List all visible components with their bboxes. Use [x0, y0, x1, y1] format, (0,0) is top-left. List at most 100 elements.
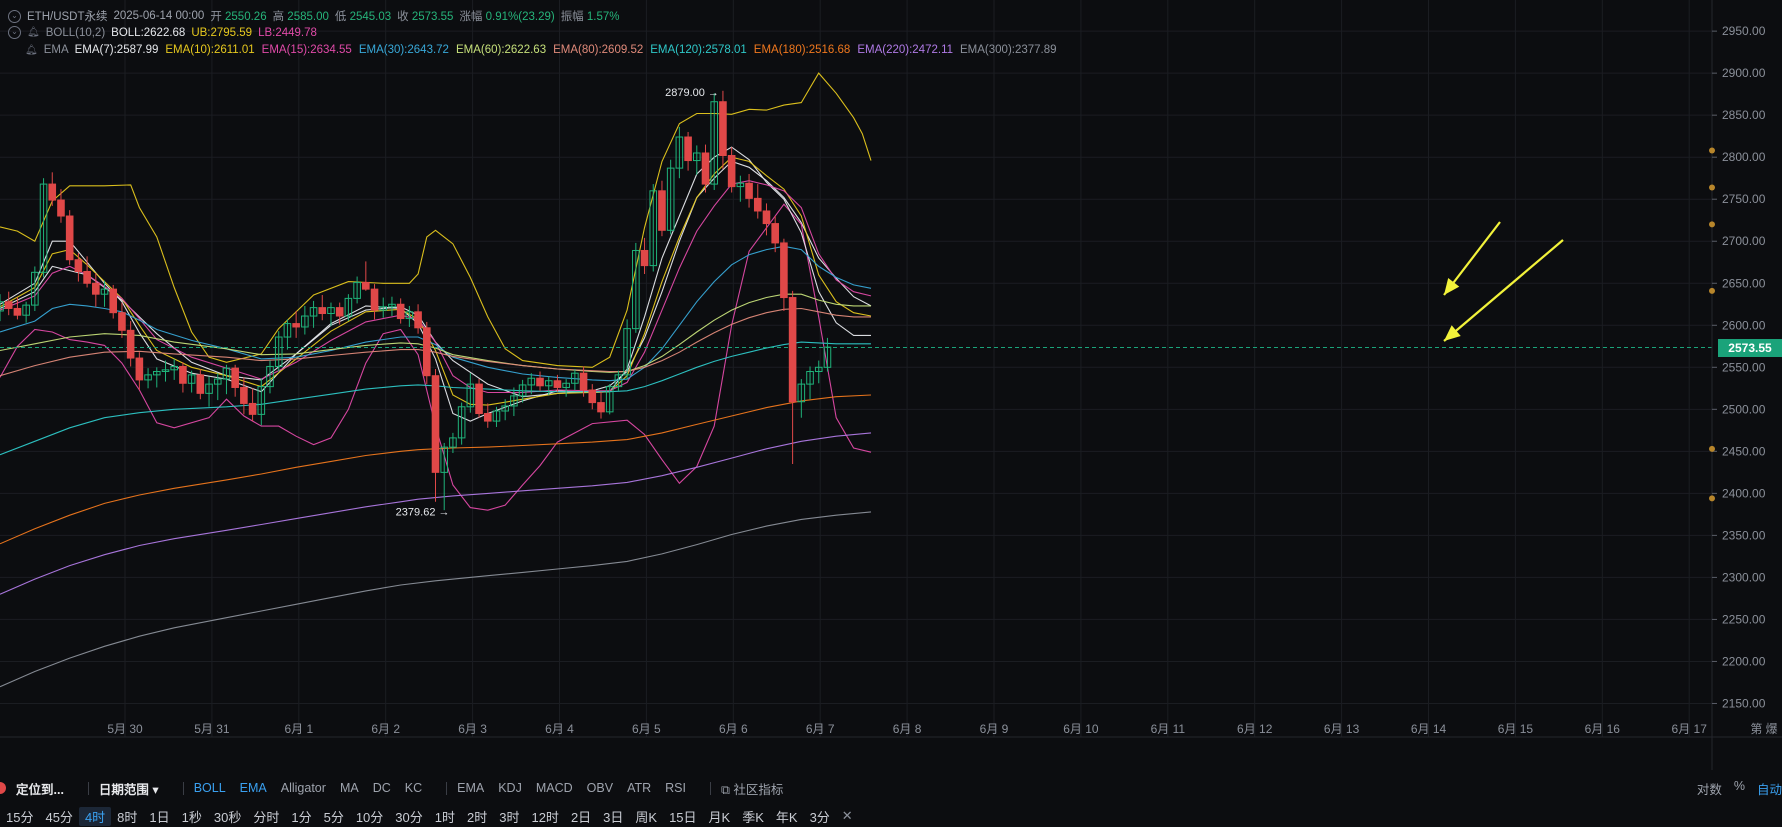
indicator-ema[interactable]: EMA [240, 781, 267, 795]
sub-indicator-obv[interactable]: OBV [587, 781, 613, 795]
time-tick-label: 6月 3 [458, 722, 487, 736]
candle [666, 159, 675, 235]
timeframe-3分[interactable]: 3分 [804, 807, 836, 826]
chart-area[interactable]: 2150.00 2200.00 2250.00 2300.00 2350.00 2400.… [0, 0, 1782, 770]
ohlc-row: ⌄ ETH/USDT永续 2025-06-14 00:00 开 2550.26 … [8, 8, 620, 24]
axis-mode-0[interactable]: 对数 [1697, 779, 1722, 798]
candle-body [414, 311, 422, 329]
timeframe-分时[interactable]: 分时 [247, 807, 285, 826]
timeframe-12时[interactable]: 12时 [525, 807, 564, 826]
time-tick-label: 6月 11 [1151, 722, 1186, 736]
candle-body [57, 199, 65, 217]
candle-body [597, 402, 605, 413]
bell-icon[interactable]: 🔔︎ [27, 27, 40, 38]
price-tick-label: 2500.00 [1722, 402, 1766, 416]
close-icon[interactable]: ✕ [836, 808, 859, 824]
candle-body [109, 288, 118, 314]
candle [806, 366, 814, 400]
amplitude-value: 1.57% [586, 11, 620, 23]
timeframe-3日[interactable]: 3日 [597, 807, 629, 826]
price-tick-label: 2700.00 [1722, 234, 1766, 248]
candle [814, 360, 823, 384]
axis-mode-1[interactable]: % [1734, 779, 1745, 798]
kline-chart[interactable]: 2150.00 2200.00 2250.00 2300.00 2350.00 2400.… [0, 0, 1782, 770]
candle [92, 273, 100, 307]
sub-indicator-ema[interactable]: EMA [457, 781, 484, 795]
indicator-dc[interactable]: DC [373, 781, 391, 795]
ema-legend-item: EMA(60):2622.63 [455, 44, 547, 56]
timeframe-5分[interactable]: 5分 [318, 807, 350, 826]
candle-body [248, 402, 257, 415]
date-range-button[interactable]: 日期范围 ▾ [99, 779, 159, 798]
timeframe-1秒[interactable]: 1秒 [176, 807, 208, 826]
time-tick-label: 6月 14 [1411, 722, 1447, 736]
timeframe-2时[interactable]: 2时 [461, 807, 493, 826]
candle [109, 284, 118, 319]
indicator-kc[interactable]: KC [405, 781, 422, 795]
candle [240, 377, 248, 415]
sub-indicator-atr[interactable]: ATR [627, 781, 651, 795]
collapse-icon[interactable]: ⌄ [8, 9, 21, 23]
candle-body [292, 323, 300, 328]
candle [196, 368, 205, 400]
timeframe-1日[interactable]: 1日 [143, 807, 175, 826]
event-dot [1709, 147, 1715, 154]
timeframe-1分[interactable]: 1分 [285, 807, 317, 826]
candle [475, 379, 483, 418]
axis-mode-2[interactable]: 自动 [1757, 779, 1782, 798]
timeframe-周K[interactable]: 周K [629, 807, 663, 826]
boll-name: BOLL(10,2) [45, 26, 106, 39]
candle [48, 172, 57, 206]
candle [126, 321, 135, 367]
candle [571, 368, 579, 390]
timeframe-45分[interactable]: 45分 [39, 807, 78, 826]
ema-legend-item: EMA(30):2643.72 [358, 44, 449, 56]
arrow-shaft [1443, 239, 1564, 342]
timeframe-30分[interactable]: 30分 [389, 807, 428, 826]
candle [179, 362, 187, 393]
locate-button[interactable]: 定位到... [16, 779, 64, 798]
candle-body [771, 223, 779, 244]
candle-body [475, 383, 483, 415]
candle-body [658, 190, 666, 231]
candle [780, 238, 788, 311]
indicator-alligator[interactable]: Alligator [281, 781, 326, 795]
sub-indicator-kdj[interactable]: KDJ [498, 781, 522, 795]
timeframe-15日[interactable]: 15日 [663, 807, 702, 826]
annotations: 2879.00 → 2379.62 → [396, 87, 1564, 518]
grid [0, 0, 1712, 737]
candle-body [83, 270, 91, 284]
candle [536, 371, 544, 391]
candle [649, 184, 658, 272]
candle [266, 360, 274, 394]
sub-indicator-rsi[interactable]: RSI [665, 781, 686, 795]
timeframe-1时[interactable]: 1时 [429, 807, 461, 826]
timeframe-toolbar: 15分 45分 4时 8时 1日 1秒 30秒 分时 1分 5分 10分 30分 1时 2时 3时 12时 2日… [0, 805, 1782, 827]
timeframe-15分[interactable]: 15分 [0, 807, 39, 826]
timeframe-8时[interactable]: 8时 [111, 807, 143, 826]
timeframe-10分[interactable]: 10分 [350, 807, 389, 826]
indicator-ma[interactable]: MA [340, 781, 359, 795]
bell-icon[interactable]: 🔔︎ [25, 45, 38, 56]
timeframe-4时[interactable]: 4时 [78, 806, 112, 826]
timeframe-季K[interactable]: 季K [736, 807, 770, 826]
candle-body [179, 365, 187, 384]
timeframe-30秒[interactable]: 30秒 [208, 807, 247, 826]
candle [658, 180, 666, 237]
boll-row: ⌄ 🔔︎ BOLL(10,2) BOLL:2622.68 UB:2795.59 … [8, 26, 317, 39]
community-indicators-button[interactable]: ⧉ 社区指标 [721, 779, 783, 798]
ema-legend-item: EMA(7):2587.99 [74, 44, 159, 56]
timeframe-年K[interactable]: 年K [770, 807, 804, 826]
arrow-annotation-2 [1443, 239, 1564, 342]
price-tick-label: 2400.00 [1722, 486, 1766, 500]
indicator-boll[interactable]: BOLL [194, 781, 226, 795]
collapse-icon[interactable]: ⌄ [8, 26, 21, 39]
candle-body [536, 377, 544, 387]
candle-body [588, 389, 597, 404]
timeframe-3时[interactable]: 3时 [493, 807, 525, 826]
ema-legend-item: EMA(180):2516.68 [753, 44, 851, 56]
timeframe-2日[interactable]: 2日 [565, 807, 597, 826]
timeframe-月K[interactable]: 月K [703, 807, 737, 826]
sub-indicator-macd[interactable]: MACD [536, 781, 573, 795]
arrow-head [1444, 278, 1460, 295]
